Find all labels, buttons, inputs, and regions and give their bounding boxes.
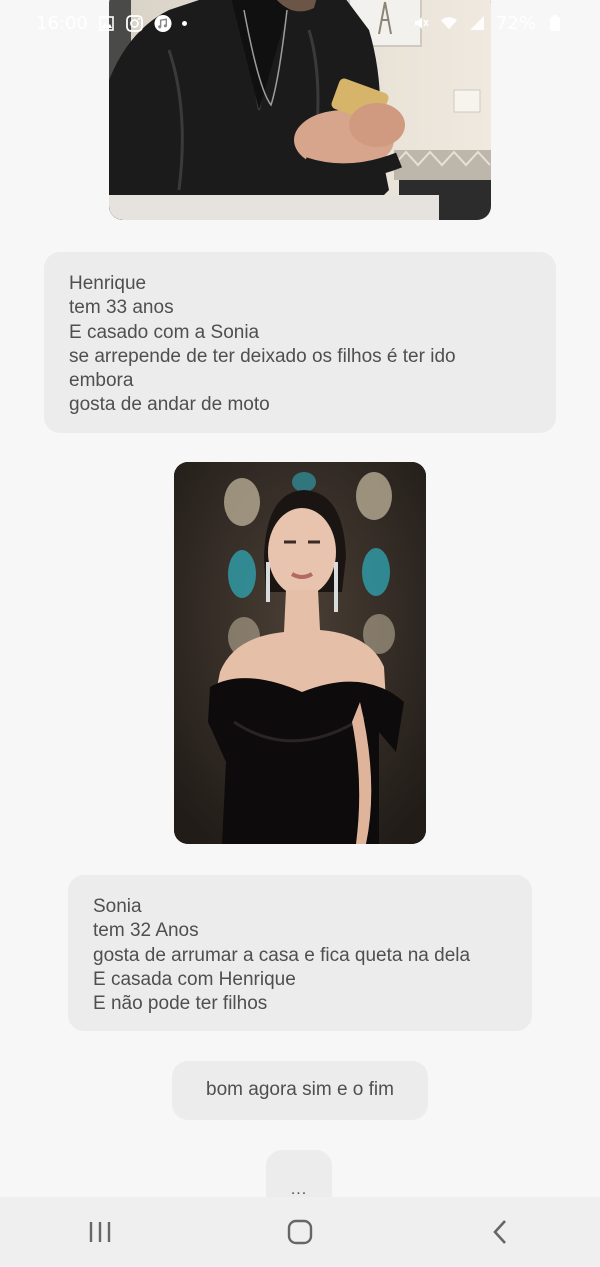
message-line: E casada com Henrique [93, 968, 296, 990]
message-line: tem 33 anos [69, 297, 174, 319]
message-text: bom agora sim e o fim [206, 1079, 394, 1101]
gallery-icon [98, 14, 116, 32]
instagram-icon [126, 14, 144, 32]
back-icon [493, 1220, 506, 1244]
message-bubble-henrique[interactable]: Henrique tem 33 anos E casado com a Soni… [44, 252, 556, 433]
message-line: E não pode ter filhos [93, 993, 268, 1015]
status-bar: 16:00 72% [0, 0, 600, 46]
message-line: embora [69, 370, 134, 392]
music-icon [154, 14, 172, 32]
wifi-icon [440, 14, 458, 32]
message-line: gosta de arrumar a casa e fica queta na … [93, 944, 471, 966]
navigation-bar [0, 1197, 600, 1267]
mute-icon [412, 14, 430, 32]
woman-black-dress-photo [174, 462, 426, 844]
notification-dot-icon [181, 20, 187, 26]
status-left: 16:00 [36, 13, 187, 34]
status-right: 72% [412, 13, 564, 34]
message-bubble-end[interactable]: bom agora sim e o fim [172, 1061, 428, 1120]
message-line: tem 32 Anos [93, 920, 199, 942]
signal-icon [468, 14, 486, 32]
battery-icon [546, 14, 564, 32]
message-bubble-sonia[interactable]: Sonia tem 32 Anos gosta de arrumar a cas… [68, 875, 532, 1031]
recent-apps-icon [89, 1222, 111, 1242]
message-line: Henrique [69, 273, 147, 294]
recent-apps-button[interactable] [70, 1202, 130, 1262]
battery-percent: 72% [495, 12, 536, 34]
message-line: se arrepende de ter deixado os filhos é … [69, 345, 456, 367]
message-line: E casado com a Sonia [69, 321, 260, 343]
message-photo-woman[interactable] [174, 462, 426, 844]
message-line: gosta de andar de moto [69, 394, 270, 416]
home-icon [287, 1219, 313, 1245]
back-button[interactable] [470, 1202, 530, 1262]
message-line: Sonia [93, 896, 142, 917]
home-button[interactable] [270, 1202, 330, 1262]
status-time: 16:00 [36, 12, 88, 34]
